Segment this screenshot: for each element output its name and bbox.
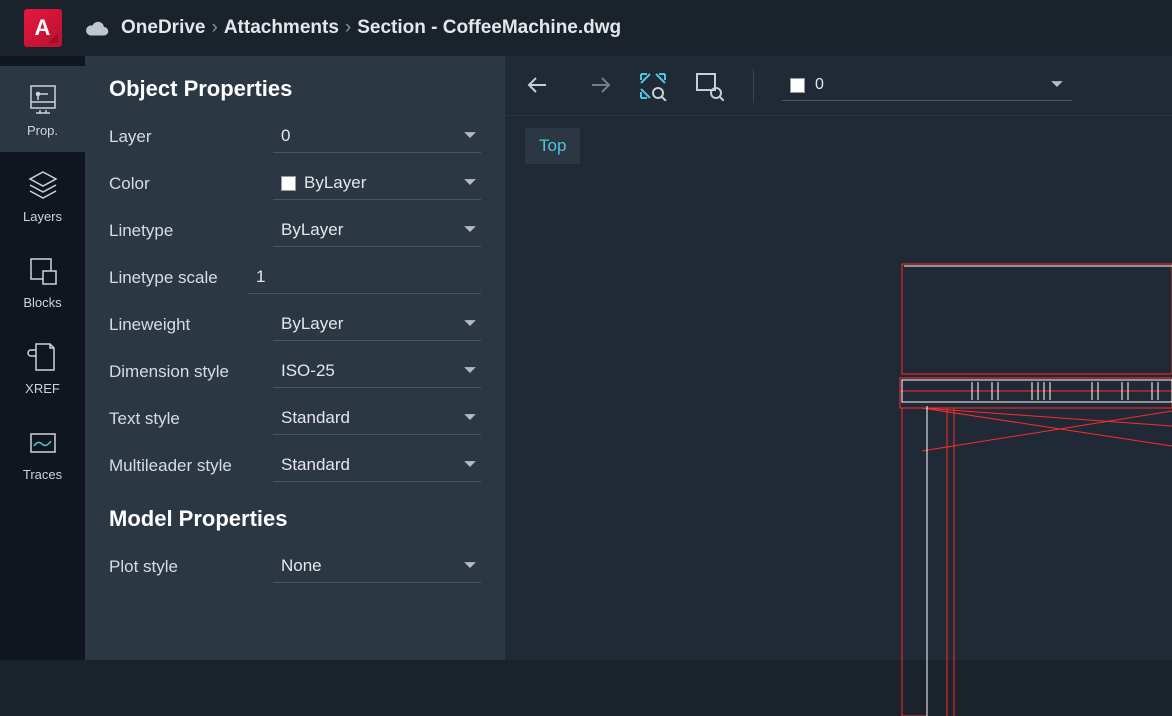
color-label: Color: [109, 174, 273, 194]
linetype-label: Linetype: [109, 221, 273, 241]
layers-icon: [25, 167, 61, 203]
xref-icon: [25, 339, 61, 375]
toolbar-divider: [753, 69, 754, 103]
chevron-down-icon: [463, 413, 477, 422]
canvas-toolbar: 0: [505, 56, 1172, 116]
dimension-style-label: Dimension style: [109, 362, 273, 382]
redo-button[interactable]: [581, 70, 613, 102]
sidebar-item-properties[interactable]: Prop.: [0, 66, 85, 152]
sidebar-item-layers[interactable]: Layers: [0, 152, 85, 238]
text-style-select[interactable]: Standard: [273, 402, 481, 435]
breadcrumb-item[interactable]: Attachments: [224, 17, 339, 39]
zoom-extents-button[interactable]: [637, 70, 669, 102]
titlebar: OneDrive › Attachments › Section - Coffe…: [0, 0, 1172, 56]
zoom-window-button[interactable]: [693, 70, 725, 102]
undo-button[interactable]: [525, 70, 557, 102]
blocks-icon: [25, 253, 61, 289]
color-swatch: [790, 78, 805, 93]
chevron-down-icon: [463, 319, 477, 328]
section-title-model-properties: Model Properties: [109, 506, 481, 532]
chevron-down-icon: [1050, 80, 1064, 89]
chevron-down-icon: [463, 366, 477, 375]
sidebar-item-traces[interactable]: Traces: [0, 410, 85, 496]
properties-panel: Object Properties Layer 0 Color ByLayer …: [85, 56, 505, 660]
color-select[interactable]: ByLayer: [273, 167, 481, 200]
chevron-down-icon: [463, 460, 477, 469]
sidebar-item-label: Prop.: [27, 123, 58, 138]
autocad-logo-icon: [24, 9, 62, 47]
sidebar-item-blocks[interactable]: Blocks: [0, 238, 85, 324]
sidebar-item-label: Blocks: [23, 295, 61, 310]
multileader-style-label: Multileader style: [109, 456, 273, 476]
current-layer-select[interactable]: 0: [782, 70, 1072, 101]
plot-style-label: Plot style: [109, 557, 273, 577]
chevron-down-icon: [463, 131, 477, 140]
lineweight-label: Lineweight: [109, 315, 273, 335]
chevron-down-icon: [463, 178, 477, 187]
section-title-object-properties: Object Properties: [109, 76, 481, 102]
sidebar-item-label: Layers: [23, 209, 62, 224]
breadcrumb: OneDrive › Attachments › Section - Coffe…: [85, 17, 621, 39]
linetype-scale-input[interactable]: [248, 261, 481, 294]
current-layer-value: 0: [815, 76, 824, 94]
text-style-label: Text style: [109, 409, 273, 429]
color-swatch: [281, 176, 296, 191]
app-logo[interactable]: [0, 9, 85, 47]
chevron-down-icon: [463, 225, 477, 234]
view-orientation-badge[interactable]: Top: [525, 128, 580, 164]
linetype-scale-label: Linetype scale: [109, 268, 248, 288]
sidebar-item-xref[interactable]: XREF: [0, 324, 85, 410]
traces-icon: [25, 425, 61, 461]
dimension-style-select[interactable]: ISO-25: [273, 355, 481, 388]
chevron-right-icon: ›: [345, 17, 351, 39]
linetype-select[interactable]: ByLayer: [273, 214, 481, 247]
sidebar-item-label: XREF: [25, 381, 60, 396]
properties-icon: [25, 81, 61, 117]
cloud-icon: [85, 21, 109, 36]
breadcrumb-item[interactable]: Section - CoffeeMachine.dwg: [357, 17, 621, 39]
layer-label: Layer: [109, 127, 273, 147]
layer-select[interactable]: 0: [273, 120, 481, 153]
sidebar: Prop. Layers Blocks XREF Traces: [0, 56, 85, 660]
drawing-canvas-area: 0 Top: [505, 56, 1172, 660]
sidebar-item-label: Traces: [23, 467, 62, 482]
chevron-right-icon: ›: [211, 17, 217, 39]
lineweight-select[interactable]: ByLayer: [273, 308, 481, 341]
breadcrumb-item[interactable]: OneDrive: [121, 17, 205, 39]
plot-style-select[interactable]: None: [273, 550, 481, 583]
multileader-style-select[interactable]: Standard: [273, 449, 481, 482]
drawing-content[interactable]: [892, 256, 1172, 716]
chevron-down-icon: [463, 561, 477, 570]
